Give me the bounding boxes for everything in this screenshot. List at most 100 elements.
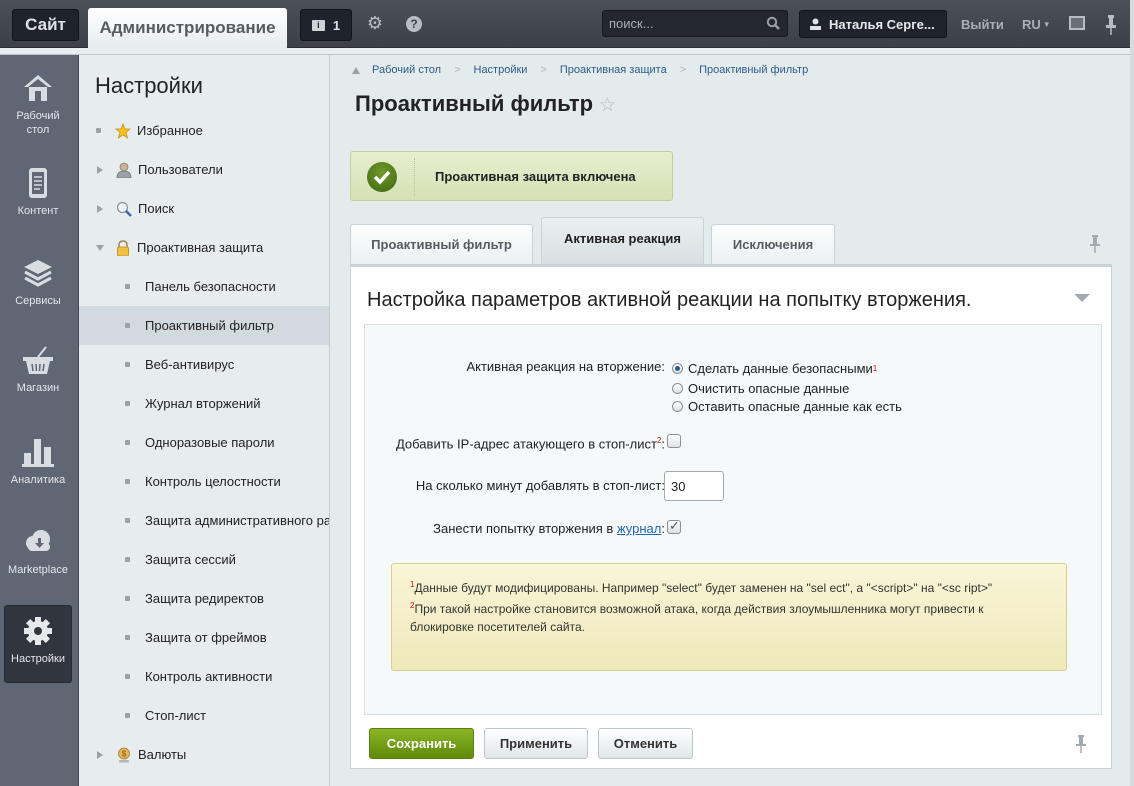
sidebar-item-label: Одноразовые пароли — [145, 435, 275, 450]
bullet — [125, 479, 130, 484]
save-button[interactable]: Сохранить — [369, 728, 474, 759]
sidebar-item-users[interactable]: Пользователи — [79, 150, 329, 189]
nav-label: Marketplace — [8, 564, 68, 576]
scrollbar[interactable] — [1130, 0, 1134, 786]
nav-label: Сервисы — [15, 295, 61, 307]
breadcrumb-up-icon[interactable] — [352, 66, 360, 74]
collapse-arrow-icon[interactable] — [96, 244, 104, 251]
expand-arrow-icon[interactable] — [97, 165, 103, 174]
admin-tab[interactable]: Администрирование — [88, 8, 287, 48]
sidebar-item-label: Панель безопасности — [145, 279, 276, 294]
sidebar-item-redirect-protection[interactable]: Защита редиректов — [79, 579, 329, 618]
sidebar-item-label: Защита сессий — [145, 552, 236, 567]
help-icon[interactable]: ? — [406, 16, 422, 32]
sidebar-item-session-protection[interactable]: Защита сессий — [79, 540, 329, 579]
sidebar-item-frame-protection[interactable]: Защита от фреймов — [79, 618, 329, 657]
sidebar-item-intrusion-log[interactable]: Журнал вторжений — [79, 384, 329, 423]
radio-clean-data[interactable]: Очистить опасные данные — [672, 381, 849, 396]
sidebar-item-search[interactable]: Поиск — [79, 189, 329, 228]
sidebar-item-security-panel[interactable]: Панель безопасности — [79, 267, 329, 306]
sidebar-item-proactive-protection[interactable]: Проактивная защита — [79, 228, 329, 267]
top-bar: Сайт Администрирование i 1 ⚙ ? Наталья С… — [0, 0, 1134, 48]
breadcrumb-separator: > — [540, 64, 547, 76]
sidebar-item-activity-control[interactable]: Контроль активности — [79, 657, 329, 696]
bullet — [125, 713, 130, 718]
search-input[interactable] — [603, 11, 753, 36]
footnote-ref: 2 — [656, 436, 662, 445]
left-nav: Рабочий стол Контент Сервисы Магазин Ана… — [0, 55, 79, 786]
sidebar-item-label: Защита редиректов — [145, 591, 264, 606]
breadcrumb-item[interactable]: Настройки — [474, 64, 528, 76]
tab-active-reaction[interactable]: Активная реакция — [541, 217, 704, 264]
journal-link[interactable]: журнал — [617, 521, 661, 536]
site-button[interactable]: Сайт — [12, 9, 79, 41]
expand-arrow-icon[interactable] — [97, 750, 103, 759]
log-label-text: Занести попытку вторжения в — [433, 521, 617, 536]
sidebar-item-label: Веб-антивирус — [145, 357, 235, 372]
top-strip — [0, 48, 1134, 55]
gear-icon[interactable]: ⚙ — [366, 14, 384, 32]
nav-item-content[interactable]: Контент — [4, 168, 72, 218]
sidebar-item-currencies[interactable]: $ Валюты — [79, 735, 329, 774]
pin-icon[interactable] — [1105, 15, 1117, 35]
status-notice: Проактивная защита включена — [350, 151, 673, 201]
info-icon: i — [311, 19, 325, 31]
sidebar-item-label: Поиск — [138, 201, 175, 216]
minutes-input[interactable] — [664, 471, 724, 501]
radio-leave-data[interactable]: Оставить опасные данные как есть — [672, 399, 902, 414]
nav-item-analytics[interactable]: Аналитика — [4, 437, 72, 487]
favorite-star-icon[interactable]: ☆ — [599, 94, 616, 117]
nav-item-shop[interactable]: Магазин — [4, 345, 72, 395]
bullet — [96, 128, 101, 133]
radio-button[interactable] — [672, 401, 683, 412]
keyboard-icon[interactable] — [1069, 16, 1085, 30]
sidebar-item-label: Проактивный фильтр — [145, 318, 274, 333]
expand-arrow-icon[interactable] — [97, 204, 103, 213]
breadcrumb: Рабочий стол > Настройки > Проактивная з… — [352, 64, 808, 76]
basket-icon — [23, 346, 53, 374]
cancel-button[interactable]: Отменить — [598, 728, 693, 759]
sidebar-item-label: Контроль целостности — [145, 474, 281, 489]
user-menu-button[interactable]: Наталья Серге... — [799, 10, 947, 38]
sidebar-item-proactive-filter[interactable]: Проактивный фильтр — [79, 306, 329, 345]
nav-item-settings[interactable]: Настройки — [4, 605, 72, 683]
sidebar-item-admin-protection[interactable]: Защита административного ра — [79, 501, 329, 540]
section-title: Настройка параметров активной реакции на… — [367, 289, 972, 311]
sidebar-item-web-antivirus[interactable]: Веб-антивирус — [79, 345, 329, 384]
breadcrumb-item[interactable]: Рабочий стол — [372, 64, 441, 76]
collapse-toggle-icon[interactable] — [1074, 294, 1090, 302]
bullet — [125, 362, 130, 367]
add-ip-checkbox[interactable] — [667, 434, 681, 448]
bullet — [125, 557, 130, 562]
language-selector[interactable]: RU ▼ — [1022, 17, 1051, 32]
breadcrumb-item[interactable]: Проактивная защита — [560, 64, 667, 76]
nav-item-marketplace[interactable]: Marketplace — [4, 527, 72, 577]
sidebar-item-otp[interactable]: Одноразовые пароли — [79, 423, 329, 462]
tab-exceptions[interactable]: Исключения — [711, 224, 835, 264]
sidebar-item-favorites[interactable]: Избранное — [79, 111, 329, 150]
log-checkbox[interactable] — [667, 518, 681, 534]
radio-make-safe[interactable]: Сделать данные безопасными 1 — [672, 361, 877, 376]
sidebar-title: Настройки — [95, 73, 203, 98]
star-icon — [115, 122, 131, 139]
radio-button[interactable] — [672, 383, 683, 394]
logout-link[interactable]: Выйти — [961, 17, 1004, 32]
search-icon[interactable] — [766, 16, 780, 30]
sidebar-item-label: Пользователи — [138, 162, 223, 177]
tab-proactive-filter[interactable]: Проактивный фильтр — [350, 224, 533, 264]
pin-icon[interactable] — [1089, 235, 1101, 253]
pin-icon[interactable] — [1075, 735, 1087, 753]
nav-label: Рабочий стол — [16, 110, 60, 136]
settings-panel: Настройка параметров активной реакции на… — [350, 264, 1112, 769]
bullet — [125, 440, 130, 445]
nav-label: Настройки — [11, 653, 65, 665]
padlock-icon — [117, 239, 129, 256]
breadcrumb-item[interactable]: Проактивный фильтр — [699, 64, 808, 76]
notifications-button[interactable]: i 1 — [300, 9, 352, 41]
nav-item-services[interactable]: Сервисы — [4, 258, 72, 308]
sidebar-item-integrity-control[interactable]: Контроль целостности — [79, 462, 329, 501]
apply-button[interactable]: Применить — [484, 728, 588, 759]
sidebar-item-stop-list[interactable]: Стоп-лист — [79, 696, 329, 735]
radio-button[interactable] — [672, 363, 683, 374]
nav-item-desktop[interactable]: Рабочий стол — [4, 73, 72, 137]
